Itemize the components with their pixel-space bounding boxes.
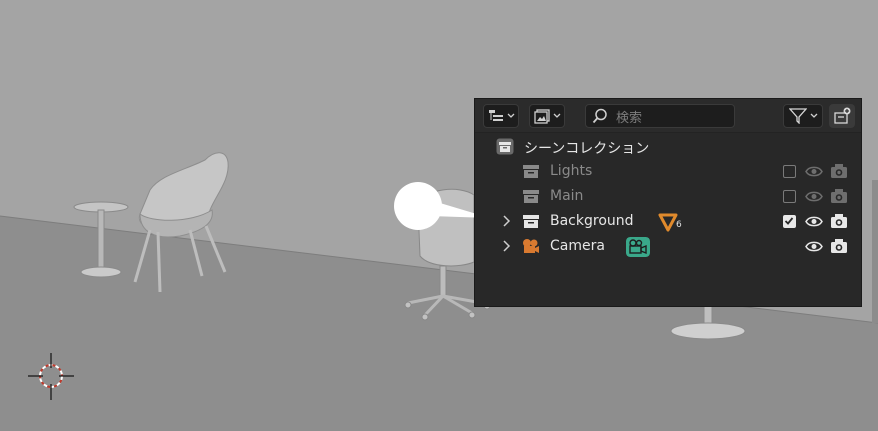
display-mode-dropdown[interactable] xyxy=(483,104,519,128)
exclude-checkbox[interactable] xyxy=(783,165,796,178)
eye-icon[interactable] xyxy=(805,240,823,253)
new-collection-button[interactable] xyxy=(829,104,855,128)
chevron-down-icon xyxy=(810,113,817,118)
tree-row-background[interactable]: Background 6 xyxy=(475,209,861,234)
filter-dropdown[interactable] xyxy=(783,104,823,128)
view-layer-dropdown[interactable] xyxy=(529,104,565,128)
render-camera-icon[interactable] xyxy=(830,163,848,179)
tree-row-label: Camera xyxy=(550,238,605,254)
render-camera-icon[interactable] xyxy=(830,188,848,204)
scene-collection-icon xyxy=(496,138,514,155)
tree-row-label: シーンコレクション xyxy=(524,141,650,157)
camera-data-icon[interactable] xyxy=(626,237,650,257)
render-camera-icon[interactable] xyxy=(830,238,848,254)
collection-icon xyxy=(523,165,539,178)
new-collection-icon xyxy=(834,107,851,124)
tree-row-label: Main xyxy=(550,188,584,204)
exclude-checkbox[interactable] xyxy=(783,190,796,203)
eye-icon[interactable] xyxy=(805,215,823,228)
chevron-right-icon[interactable] xyxy=(501,239,513,253)
tree-row-main[interactable]: Main xyxy=(475,184,861,209)
exclude-checkbox[interactable] xyxy=(783,215,796,228)
collection-icon xyxy=(523,190,539,203)
search-icon xyxy=(592,108,607,124)
chevron-right-icon[interactable] xyxy=(501,214,513,228)
search-field[interactable]: 検索 xyxy=(585,104,735,128)
collection-icon xyxy=(523,215,539,228)
view-layer-icon xyxy=(533,108,550,124)
outliner-display-mode-icon xyxy=(488,110,503,121)
filter-icon xyxy=(788,108,807,124)
child-count-badge: 6 xyxy=(676,220,682,230)
chevron-down-icon xyxy=(553,113,560,118)
eye-icon[interactable] xyxy=(805,165,823,178)
chevron-down-icon xyxy=(507,113,514,118)
tree-row-label: Lights xyxy=(550,163,593,179)
tree-row-camera[interactable]: Camera xyxy=(475,234,861,259)
eye-icon[interactable] xyxy=(805,190,823,203)
tree-row-scene-collection[interactable]: シーンコレクション xyxy=(475,134,861,159)
tree-row-label: Background xyxy=(550,213,634,229)
outliner-header: 検索 xyxy=(475,99,861,133)
outliner-panel: 検索 シーンコレクション Lights Main Background 6 Ca… xyxy=(474,98,862,307)
tree-row-lights[interactable]: Lights xyxy=(475,159,861,184)
search-placeholder: 検索 xyxy=(616,110,643,126)
checkmark-icon xyxy=(784,217,794,225)
camera-object-icon xyxy=(523,239,539,253)
render-camera-icon[interactable] xyxy=(830,213,848,229)
